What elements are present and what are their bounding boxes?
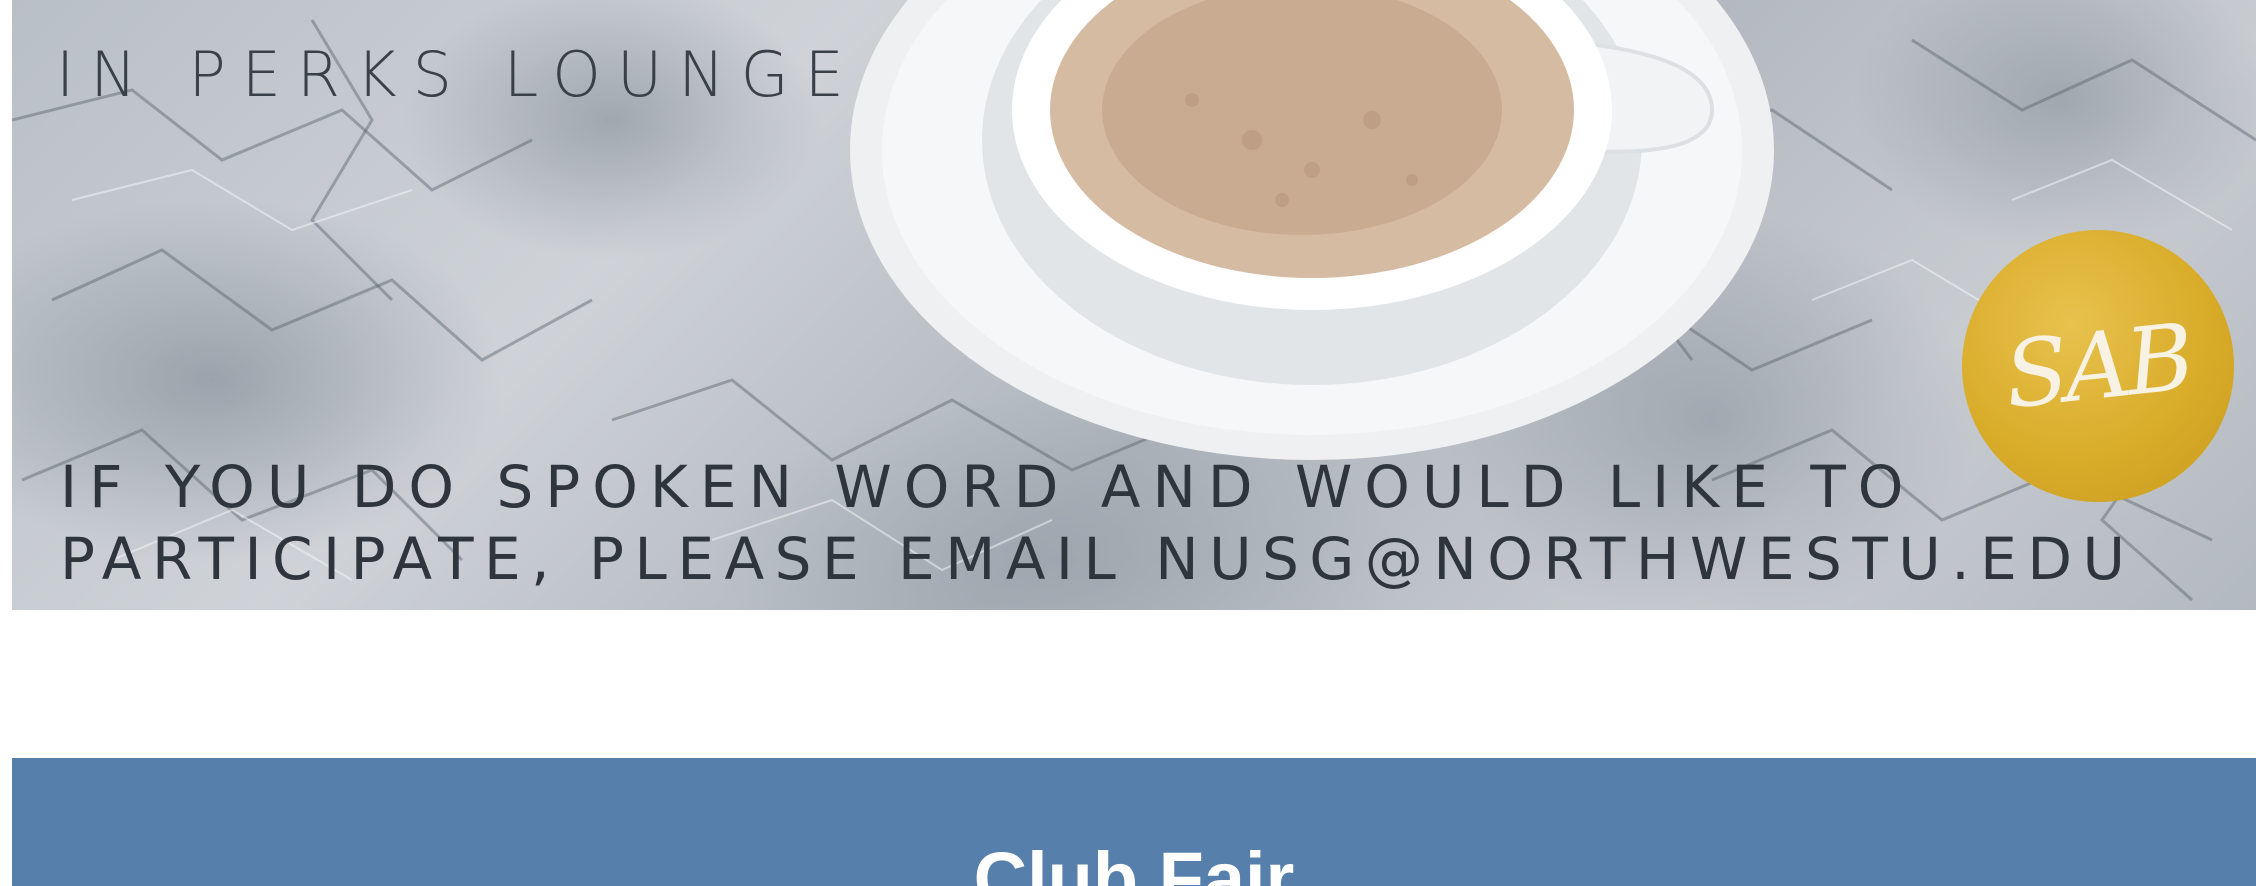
event-info-line-2: PARTICIPATE, PLEASE EMAIL NUSG@NORTHWEST… <box>60 525 2136 593</box>
sab-logo: SAB <box>1962 230 2234 502</box>
page: IN PERKS LOUNGE IF YOU DO SPOKEN WORD AN… <box>0 0 2256 886</box>
section-title: Club Fair <box>973 837 1295 886</box>
sab-logo-text: SAB <box>2000 303 2196 429</box>
section-header: Club Fair <box>12 758 2256 886</box>
event-info-line-1: IF YOU DO SPOKEN WORD AND WOULD LIKE TO <box>60 453 1916 521</box>
event-location: IN PERKS LOUNGE <box>56 38 860 111</box>
event-banner-image: IN PERKS LOUNGE IF YOU DO SPOKEN WORD AN… <box>12 0 2256 610</box>
